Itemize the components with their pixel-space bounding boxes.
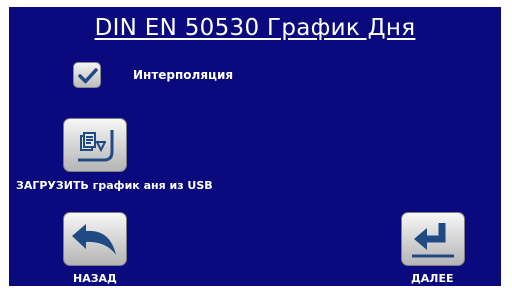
page-title: DIN EN 50530 График Дня xyxy=(94,15,416,41)
enter-arrow-icon xyxy=(412,223,454,258)
next-label: ДАЛЕЕ xyxy=(411,272,454,285)
load-from-usb-label: ЗАГРУЗИТЬ график аня из USB xyxy=(16,179,213,192)
interpolation-checkbox[interactable] xyxy=(73,62,101,88)
load-from-usb-button[interactable] xyxy=(63,118,127,172)
screen: DIN EN 50530 График Дня Интерполяция ЗАГ… xyxy=(9,7,501,286)
back-arrow-icon xyxy=(72,224,116,255)
checkmark-icon xyxy=(78,68,98,84)
next-button[interactable] xyxy=(401,212,465,266)
back-label: НАЗАД xyxy=(73,272,117,285)
interpolation-label: Интерполяция xyxy=(133,68,234,82)
load-from-usb-icon xyxy=(78,130,114,162)
back-button[interactable] xyxy=(63,212,127,266)
